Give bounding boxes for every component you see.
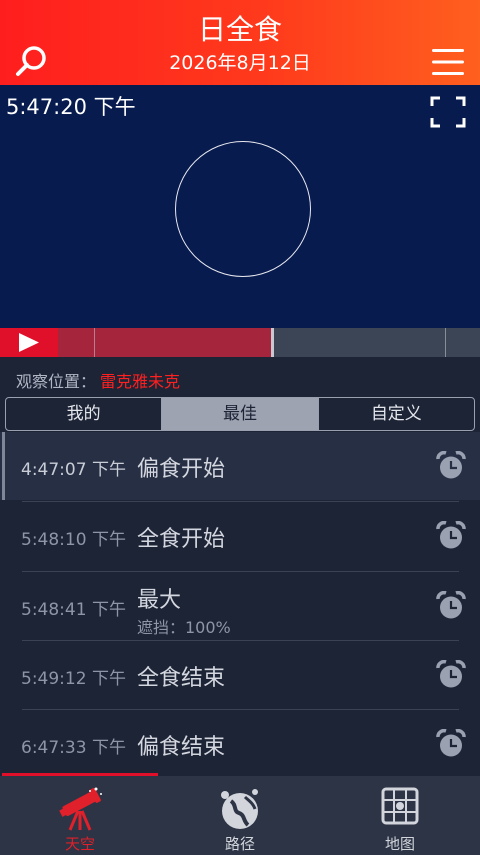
event-row-total-end[interactable]: 5:49:12 下午 全食结束 [0, 641, 480, 709]
tab-best[interactable]: 最佳 [161, 398, 318, 430]
event-name: 偏食开始 [137, 457, 226, 482]
alarm-clock-icon[interactable] [436, 591, 466, 621]
event-time: 5:49:12 下午 [21, 669, 126, 689]
event-name: 最大 [137, 588, 182, 613]
hamburger-menu-icon[interactable] [430, 44, 466, 80]
event-list: 4:47:07 下午 偏食开始 5:48:10 下午 全食开始 5:48:41 … [0, 432, 480, 775]
alarm-clock-icon[interactable] [436, 451, 466, 481]
event-name: 全食开始 [137, 527, 226, 552]
event-name: 偏食结束 [137, 735, 226, 760]
timeline-elapsed [58, 328, 273, 357]
timeline-cursor[interactable] [271, 328, 274, 357]
bottom-nav: 天空 路径 地图 [0, 776, 480, 855]
header-bar: 日全食 2026年8月12日 [0, 0, 480, 85]
event-row-total-start[interactable]: 5:48:10 下午 全食开始 [0, 502, 480, 570]
timeline-marker [94, 328, 95, 357]
location-label: 观察位置： [16, 372, 97, 391]
tab-custom[interactable]: 自定义 [317, 398, 474, 430]
event-name: 全食结束 [137, 666, 226, 691]
alarm-clock-icon[interactable] [436, 521, 466, 551]
timeline-marker [445, 328, 446, 357]
event-row-partial-end[interactable]: 6:47:33 下午 偏食结束 [0, 710, 480, 778]
nav-label: 路径 [224, 835, 255, 853]
eclipse-date: 2026年8月12日 [169, 52, 311, 74]
location-place[interactable]: 雷克雅未克 [100, 372, 180, 391]
alarm-clock-icon[interactable] [436, 729, 466, 759]
nav-item-sky[interactable]: 天空 [0, 776, 160, 855]
event-obscuration: 遮挡：100% [137, 618, 231, 637]
location-tabs: 我的 最佳 自定义 [5, 397, 475, 431]
timeline-scrubber[interactable] [0, 328, 480, 357]
observation-location: 观察位置： 雷克雅未克 [16, 368, 180, 392]
event-time: 6:47:33 下午 [21, 738, 126, 758]
fullscreen-icon[interactable] [430, 96, 466, 128]
nav-label: 地图 [384, 835, 415, 853]
map-grid-icon [381, 787, 419, 825]
event-time: 5:48:10 下午 [21, 530, 126, 550]
nav-item-path[interactable]: 路径 [160, 776, 320, 855]
telescope-icon [59, 787, 102, 831]
page-title: 日全食 [197, 13, 282, 46]
event-row-partial-start[interactable]: 4:47:07 下午 偏食开始 [0, 432, 480, 500]
nav-label: 天空 [64, 835, 95, 853]
app-root: 日全食 2026年8月12日 5:47:20 下午 观察位置： 雷克雅未克 我的… [0, 0, 480, 855]
play-icon [19, 333, 39, 352]
play-button[interactable] [0, 328, 58, 357]
event-time: 4:47:07 下午 [21, 460, 126, 480]
alarm-clock-icon[interactable] [436, 660, 466, 690]
event-time: 5:48:41 下午 [21, 600, 126, 620]
event-row-maximum[interactable]: 5:48:41 下午 最大 遮挡：100% [0, 572, 480, 640]
sun-disc [175, 141, 311, 277]
sky-time: 5:47:20 下午 [6, 95, 136, 119]
nav-item-map[interactable]: 地图 [320, 776, 480, 855]
globe-path-icon [221, 789, 258, 829]
tab-mine[interactable]: 我的 [6, 398, 161, 430]
sky-view[interactable]: 5:47:20 下午 [0, 85, 480, 328]
